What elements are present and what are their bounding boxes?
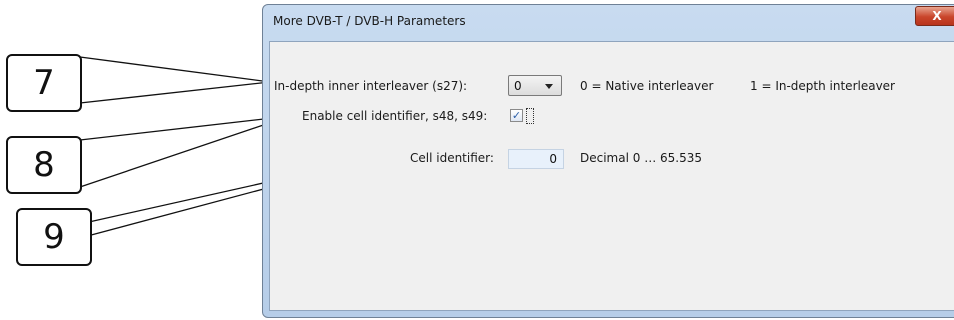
chevron-down-icon — [545, 84, 553, 89]
interleaver-hint-native: 0 = Native interleaver — [580, 79, 714, 93]
interleaver-select[interactable]: 0 — [508, 75, 562, 96]
close-button[interactable]: X — [915, 6, 954, 26]
interleaver-hint-indepth: 1 = In-depth interleaver — [750, 79, 895, 93]
interleaver-label: In-depth inner interleaver (s27): — [274, 79, 468, 93]
interleaver-selected-value: 0 — [514, 79, 522, 93]
dvb-parameters-dialog: More DVB-T / DVB-H Parameters X In-depth… — [262, 4, 954, 318]
close-icon: X — [932, 9, 942, 23]
enable-cell-id-checkbox[interactable]: ✓ — [510, 109, 523, 122]
checkmark-icon: ✓ — [511, 109, 522, 122]
callout-7: 7 — [6, 54, 82, 112]
callout-7-line-top — [79, 56, 271, 83]
callout-8-line-bottom — [79, 115, 291, 188]
callout-8-line-top — [79, 115, 291, 141]
callout-8: 8 — [6, 136, 82, 194]
dialog-content: In-depth inner interleaver (s27): 0 0 = … — [269, 41, 954, 311]
title-bar: More DVB-T / DVB-H Parameters X — [263, 5, 954, 41]
callout-9-number: 9 — [43, 217, 65, 257]
cell-id-label: Cell identifier: — [410, 151, 494, 165]
cell-id-input[interactable]: 0 — [508, 149, 564, 169]
focus-indicator — [526, 108, 534, 124]
callout-8-number: 8 — [33, 145, 55, 185]
callout-7-number: 7 — [33, 63, 55, 103]
enable-cell-id-label: Enable cell identifier, s48, s49: — [302, 109, 488, 123]
callout-9: 9 — [16, 208, 92, 266]
callout-7-line-bottom — [79, 81, 271, 104]
cell-id-range-hint: Decimal 0 … 65.535 — [580, 151, 702, 165]
window-title: More DVB-T / DVB-H Parameters — [273, 14, 466, 28]
